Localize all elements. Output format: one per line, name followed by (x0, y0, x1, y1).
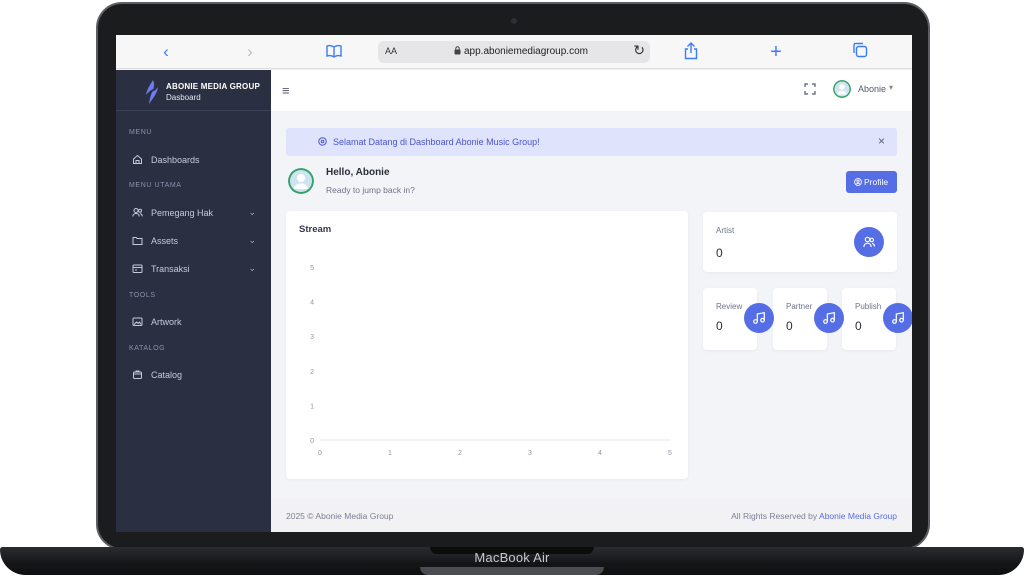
greeting-subtitle: Ready to jump back in? (326, 185, 415, 195)
stat-label: Artist (716, 226, 735, 235)
section-title-menu: MENU (129, 129, 153, 136)
image-icon (132, 317, 143, 326)
receipt-icon (132, 264, 143, 273)
profile-button[interactable]: Profile (846, 171, 897, 193)
info-icon (318, 137, 327, 146)
sidebar-item-catalog[interactable]: Catalog (116, 365, 271, 385)
y-tick-label: 1 (310, 403, 314, 410)
y-tick-label: 4 (310, 300, 314, 307)
greeting-title: Hello, Abonie (326, 167, 390, 178)
chevron-down-icon: ⌄ (248, 235, 256, 245)
share-icon[interactable] (681, 42, 701, 62)
stat-label: Partner (786, 302, 813, 311)
fullscreen-icon[interactable] (804, 83, 816, 95)
folder-icon (132, 237, 143, 245)
x-tick-label: 5 (668, 450, 672, 457)
section-title-menu-utama: MENU UTAMA (129, 182, 182, 189)
y-tick-label: 0 (310, 438, 314, 445)
url-text: app.aboniemediagroup.com (464, 46, 588, 57)
menu-toggle-icon[interactable]: ≡ (282, 83, 290, 98)
user-name[interactable]: Abonie (858, 84, 886, 94)
music-note-icon (883, 303, 912, 333)
x-tick-label: 3 (528, 450, 532, 457)
sidebar-item-label: Dashboards (151, 155, 200, 165)
address-bar[interactable]: AA app.aboniemediagroup.com ↻ (378, 41, 650, 63)
topbar: ≡ Abonie ▾ (271, 70, 912, 111)
brand-name: ABONIE MEDIA GROUP (166, 82, 260, 91)
sidebar-item-artwork[interactable]: Artwork (116, 312, 271, 332)
device-label: MacBook Air (474, 550, 550, 565)
y-tick-label: 5 (310, 265, 314, 272)
chevron-down-icon: ⌄ (248, 207, 256, 217)
sidebar-item-label: Transaksi (151, 264, 190, 274)
new-tab-icon[interactable]: + (766, 42, 786, 62)
footer: 2025 © Abonie Media Group All Rights Res… (271, 499, 912, 532)
artist-stat-card: Artist 0 (703, 212, 897, 272)
sidebar-item-dashboards[interactable]: Dashboards (116, 150, 271, 170)
sidebar-item-label: Pemegang Hak (151, 208, 214, 218)
laptop-frame: ‹ › AA app.aboniemediagroup.com ↻ + ABON… (96, 2, 930, 550)
sidebar: ABONIE MEDIA GROUP Dasboard MENU Dashboa… (116, 70, 271, 532)
x-tick-label: 0 (318, 450, 322, 457)
tabs-overview-icon[interactable] (850, 42, 870, 62)
brand-logo-icon (146, 80, 158, 104)
shopping-bag-icon (133, 370, 142, 379)
stat-label: Publish (855, 302, 882, 311)
stream-chart: 0 1 2 3 4 5 0 1 2 3 4 5 (310, 265, 672, 457)
stat-value: 0 (786, 319, 793, 333)
chevron-down-icon: ⌄ (248, 263, 256, 273)
sidebar-item-pemegang-hak[interactable]: Pemegang Hak ⌄ (116, 203, 271, 223)
stat-value: 0 (716, 319, 723, 333)
section-title-tools: TOOLS (129, 292, 156, 299)
close-icon[interactable]: × (878, 134, 885, 148)
lock-icon (454, 46, 461, 55)
user-avatar[interactable] (833, 80, 851, 98)
brand[interactable]: ABONIE MEDIA GROUP Dasboard (116, 70, 271, 111)
footer-copyright: 2025 © Abonie Media Group (286, 511, 394, 521)
sidebar-item-label: Assets (151, 236, 179, 246)
profile-button-label: Profile (864, 177, 889, 187)
music-note-icon (814, 303, 844, 333)
stream-chart-card: Stream 012345012345 (286, 211, 688, 479)
x-tick-label: 2 (458, 450, 462, 457)
camera (511, 18, 517, 24)
sidebar-item-label: Artwork (151, 317, 182, 327)
y-tick-label: 3 (310, 334, 314, 341)
sidebar-item-transaksi[interactable]: Transaksi ⌄ (116, 259, 271, 279)
x-tick-label: 1 (388, 450, 392, 457)
footer-rights-text: All Rights Reserved by (731, 511, 818, 521)
section-title-katalog: KATALOG (129, 345, 166, 352)
users-icon (854, 227, 884, 257)
users-icon (132, 208, 143, 217)
y-tick-label: 2 (310, 369, 314, 376)
laptop-foot (420, 567, 604, 575)
avatar (288, 168, 314, 194)
stat-label: Review (716, 302, 743, 311)
sidebar-item-label: Catalog (151, 370, 183, 380)
back-icon[interactable]: ‹ (156, 42, 176, 62)
screen: ‹ › AA app.aboniemediagroup.com ↻ + ABON… (116, 35, 912, 532)
x-tick-label: 4 (598, 450, 602, 457)
stat-value: 0 (855, 319, 862, 333)
stat-value: 0 (716, 246, 723, 260)
home-icon (133, 154, 142, 164)
brand-subtitle: Dasboard (166, 93, 201, 102)
alert-message: Selamat Datang di Dashboard Abonie Music… (333, 137, 540, 147)
welcome-alert: Selamat Datang di Dashboard Abonie Music… (286, 128, 897, 156)
footer-company-link[interactable]: Abonie Media Group (819, 511, 897, 521)
text-size-button[interactable]: AA (385, 46, 397, 56)
footer-rights: All Rights Reserved by Abonie Media Grou… (731, 511, 897, 521)
reload-icon[interactable]: ↻ (633, 42, 645, 59)
sidebar-item-assets[interactable]: Assets ⌄ (116, 231, 271, 251)
forward-icon[interactable]: › (240, 42, 260, 62)
browser-toolbar: ‹ › AA app.aboniemediagroup.com ↻ + (116, 35, 912, 69)
profile-icon (854, 178, 862, 186)
music-note-icon (744, 303, 774, 333)
chevron-down-icon[interactable]: ▾ (889, 83, 893, 92)
bookmarks-icon[interactable] (324, 42, 344, 62)
